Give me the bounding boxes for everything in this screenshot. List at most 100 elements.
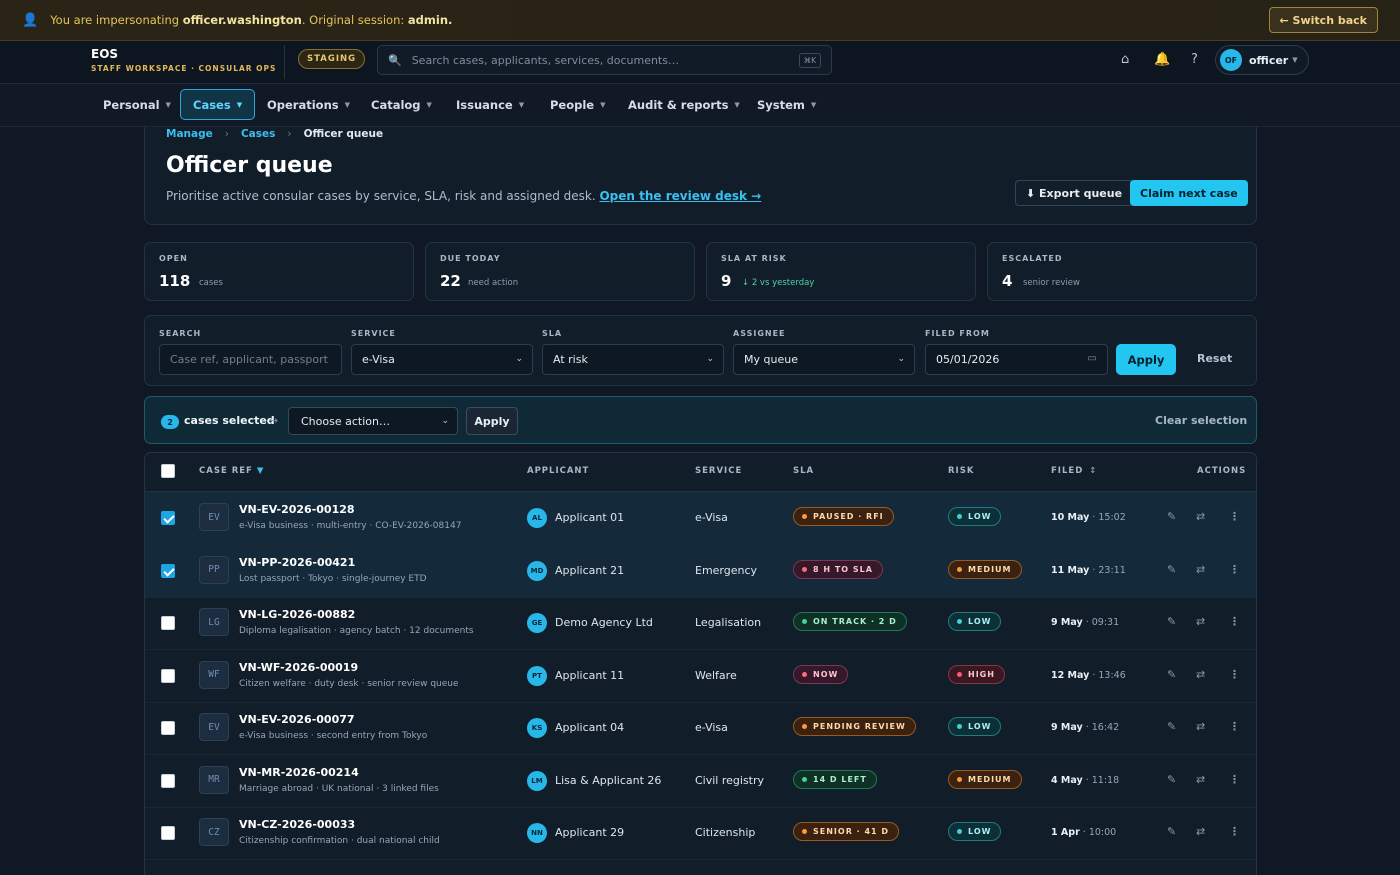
breadcrumb: Manage › Cases › Officer queue [166,128,383,140]
sla-select[interactable]: At risk ⌄ [542,344,724,375]
claim-next-case-button[interactable]: Claim next case [1130,180,1248,206]
column-filed[interactable]: FILED ↕ [1051,466,1097,476]
case-ref-link[interactable]: VN-PP-2026-00421 [239,556,355,569]
apply-filters-button[interactable]: Apply [1116,344,1176,375]
nav-issuance[interactable]: Issuance ▼ [444,89,536,120]
breadcrumb-manage[interactable]: Manage [166,128,213,140]
more-options-icon[interactable]: ⋮ [1229,720,1240,733]
column-case-ref[interactable]: CASE REF ▼ [199,466,264,476]
row-checkbox[interactable] [161,668,175,683]
row-checkbox[interactable] [161,721,175,735]
bulk-apply-button[interactable]: Apply [466,407,518,435]
applicant-name[interactable]: Lisa & Applicant 26 [555,774,661,787]
service-select[interactable]: e-Visa ⌄ [351,344,533,375]
row-checkbox[interactable] [161,511,175,525]
nav-people[interactable]: People ▼ [538,89,618,120]
nav-audit-reports[interactable]: Audit & reports ▼ [616,89,752,120]
stat-label: DUE TODAY [440,254,501,263]
calendar-icon[interactable]: ▭ [1088,353,1097,364]
more-options-icon[interactable]: ⋮ [1229,773,1240,786]
bell-icon[interactable]: 🔔 [1154,52,1170,67]
edit-icon[interactable]: ✎ [1167,773,1176,786]
nav-operations[interactable]: Operations ▼ [255,89,362,120]
help-icon[interactable]: ? [1191,52,1198,67]
status-dot [802,829,807,834]
reassign-icon[interactable]: ⇄ [1196,825,1205,838]
case-ref-link[interactable]: VN-EV-2026-00077 [239,713,355,726]
bulk-action-select[interactable]: Choose action… ⌄ [288,407,458,435]
column-risk: RISK [948,466,975,476]
case-ref-link[interactable]: VN-CZ-2026-00033 [239,818,355,831]
edit-icon[interactable]: ✎ [1167,510,1176,523]
applicant-name[interactable]: Applicant 01 [555,511,624,524]
reassign-icon[interactable]: ⇄ [1196,510,1205,523]
service-name: Welfare [695,668,737,682]
service-name: e-Visa [695,511,728,524]
nav-personal[interactable]: Personal ▼ [91,89,183,120]
table-row[interactable]: CZ VN-CZ-2026-00033 Citizenship confirmati… [145,807,1256,860]
risk-badge: LOW [948,717,1002,736]
table-row[interactable]: PP VN-PP-2026-00421 Lost passport · Tokyo … [145,544,1256,598]
edit-icon[interactable]: ✎ [1167,720,1176,733]
status-dot [957,514,962,519]
row-checkbox[interactable] [161,826,175,840]
column-service: SERVICE [695,466,743,476]
reassign-icon[interactable]: ⇄ [1196,563,1205,576]
filed-from-date-input[interactable]: 05/01/2026 ▭ [925,344,1108,375]
reassign-icon[interactable]: ⇄ [1196,720,1205,733]
more-options-icon[interactable]: ⋮ [1229,510,1240,523]
more-options-icon[interactable]: ⋮ [1229,563,1240,576]
applicant-name[interactable]: Applicant 29 [555,826,624,839]
nav-cases[interactable]: Cases ▼ [180,89,256,120]
edit-icon[interactable]: ✎ [1167,563,1176,576]
reassign-icon[interactable]: ⇄ [1196,668,1205,681]
table-row[interactable]: MR VN-MR-2026-00214 Marriage abroad · UK n… [145,755,1256,808]
user-menu[interactable]: OF officer ▼ [1215,45,1309,75]
table-row[interactable]: WF VN-WF-2026-00019 Citizen welfare · duty… [145,650,1256,703]
row-checkbox[interactable] [161,616,175,630]
more-options-icon[interactable]: ⋮ [1229,825,1240,838]
sla-badge: ON TRACK · 2 D [793,612,907,631]
reassign-icon[interactable]: ⇄ [1196,615,1205,628]
edit-icon[interactable]: ✎ [1167,825,1176,838]
case-search-input[interactable]: Case ref, applicant, passport [159,344,342,375]
export-queue-button[interactable]: ⬇ Export queue [1015,180,1134,206]
nav-catalog[interactable]: Catalog ▼ [359,89,444,120]
switch-back-button[interactable]: ← Switch back [1268,7,1378,33]
table-row[interactable]: LG VN-LG-2026-00882 Diploma legalisation ·… [145,597,1256,650]
chevron-down-icon: ▼ [1292,56,1298,64]
table-row[interactable]: EV VN-EV-2026-00128 e-Visa business · mult… [145,492,1256,545]
case-description: Citizen welfare · duty desk · senior rev… [239,678,459,689]
case-ref-link[interactable]: VN-LG-2026-00882 [239,608,355,621]
more-options-icon[interactable]: ⋮ [1229,668,1240,681]
case-ref-link[interactable]: VN-WF-2026-00019 [239,661,358,674]
applicant-name[interactable]: Applicant 21 [555,564,624,577]
brand[interactable]: EOS STAFF WORKSPACE · CONSULAR OPS [91,47,276,73]
reassign-icon[interactable]: ⇄ [1196,773,1205,786]
select-all-checkbox[interactable] [161,464,175,478]
stat-escalated: ESCALATED 4 senior review [987,242,1257,301]
applicant-avatar: KS [527,718,547,738]
applicant-name[interactable]: Demo Agency Ltd [555,616,653,629]
global-search[interactable]: 🔍 Search cases, applicants, services, do… [377,45,832,75]
more-options-icon[interactable]: ⋮ [1229,615,1240,628]
search-input[interactable]: Search cases, applicants, services, docu… [412,54,799,67]
row-checkbox[interactable] [161,563,175,578]
assignee-select[interactable]: My queue ⌄ [733,344,915,375]
row-checkbox[interactable] [161,773,175,788]
page-title: Officer queue [166,153,333,178]
applicant-name[interactable]: Applicant 11 [555,669,624,682]
review-desk-link[interactable]: Open the review desk → [599,189,761,203]
edit-icon[interactable]: ✎ [1167,615,1176,628]
nav-system[interactable]: System ▼ [745,89,828,120]
reset-filters-button[interactable]: Reset [1197,352,1232,365]
case-ref-link[interactable]: VN-MR-2026-00214 [239,766,359,779]
edit-icon[interactable]: ✎ [1167,668,1176,681]
chevron-down-icon: ⌄ [706,354,714,364]
table-row[interactable]: EV VN-EV-2026-00077 e-Visa business · seco… [145,702,1256,755]
applicant-name[interactable]: Applicant 04 [555,721,624,734]
case-ref-link[interactable]: VN-EV-2026-00128 [239,503,355,516]
clear-selection-button[interactable]: Clear selection [1155,414,1247,427]
breadcrumb-cases[interactable]: Cases [241,128,275,140]
home-icon[interactable]: ⌂ [1121,52,1129,67]
